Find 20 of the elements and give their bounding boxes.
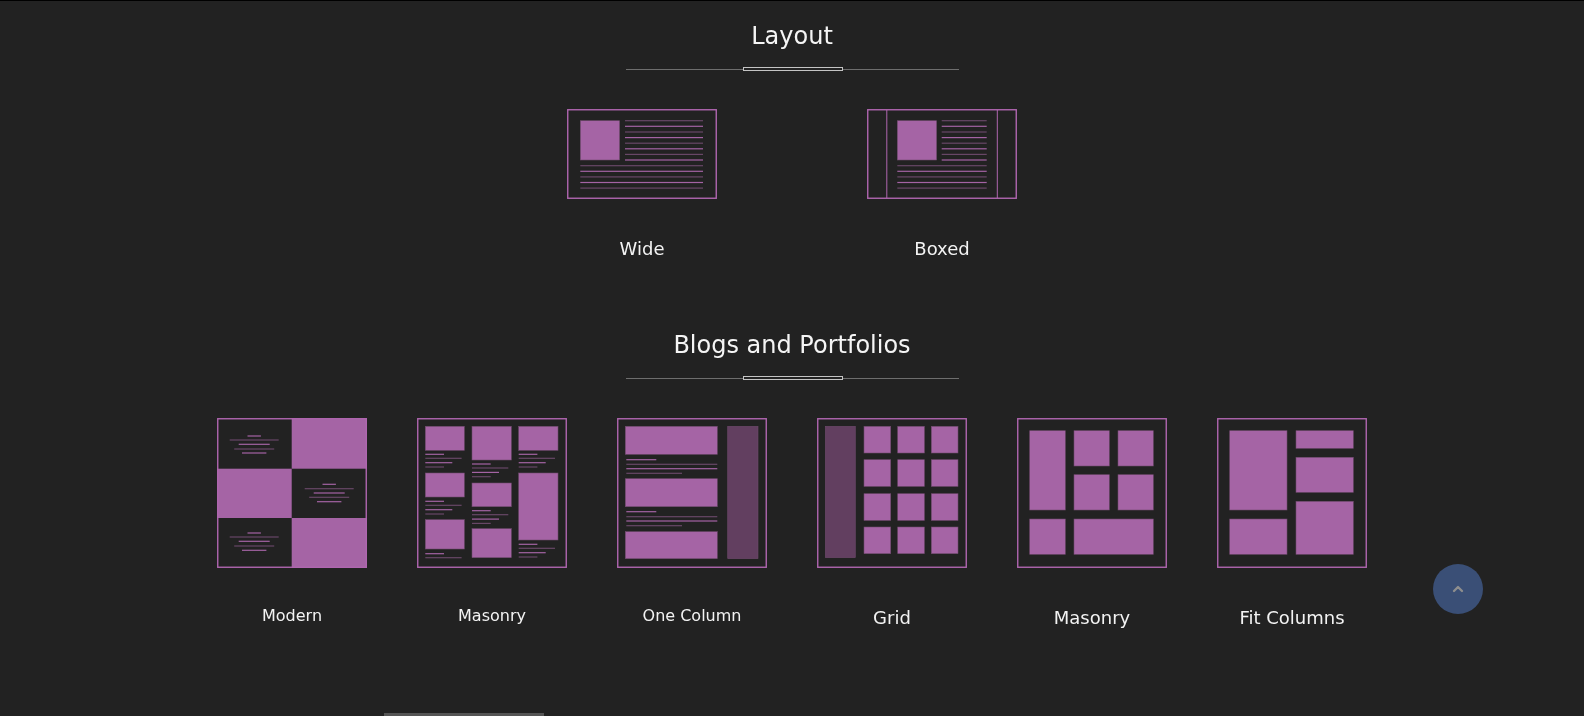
grid-layout-drawing[interactable] bbox=[817, 418, 967, 568]
one-column-layout-drawing[interactable] bbox=[617, 418, 767, 568]
fit-columns-drawing[interactable] bbox=[1217, 418, 1367, 568]
option-label: Modern bbox=[262, 605, 322, 627]
modern-layout-drawing[interactable] bbox=[217, 418, 367, 568]
section-title: Layout bbox=[751, 21, 833, 52]
boxed-layout-drawing[interactable] bbox=[867, 109, 1017, 199]
scrollbar-thumb[interactable] bbox=[384, 713, 544, 716]
option-label: Masonry bbox=[458, 605, 526, 627]
option-label: One Column bbox=[642, 605, 742, 627]
option-label: Grid bbox=[873, 606, 911, 630]
option-label: Fit Columns bbox=[1239, 606, 1345, 630]
scroll-to-top-button[interactable] bbox=[1433, 564, 1483, 614]
masonry-tiles-drawing[interactable] bbox=[1017, 418, 1167, 568]
section-title: Blogs and Portfolios bbox=[673, 330, 911, 361]
masonry-posts-drawing[interactable] bbox=[417, 418, 567, 568]
wide-layout-drawing[interactable] bbox=[567, 109, 717, 199]
option-label: Boxed bbox=[914, 237, 970, 261]
option-label: Wide bbox=[619, 237, 665, 261]
option-label: Masonry bbox=[1053, 606, 1131, 630]
